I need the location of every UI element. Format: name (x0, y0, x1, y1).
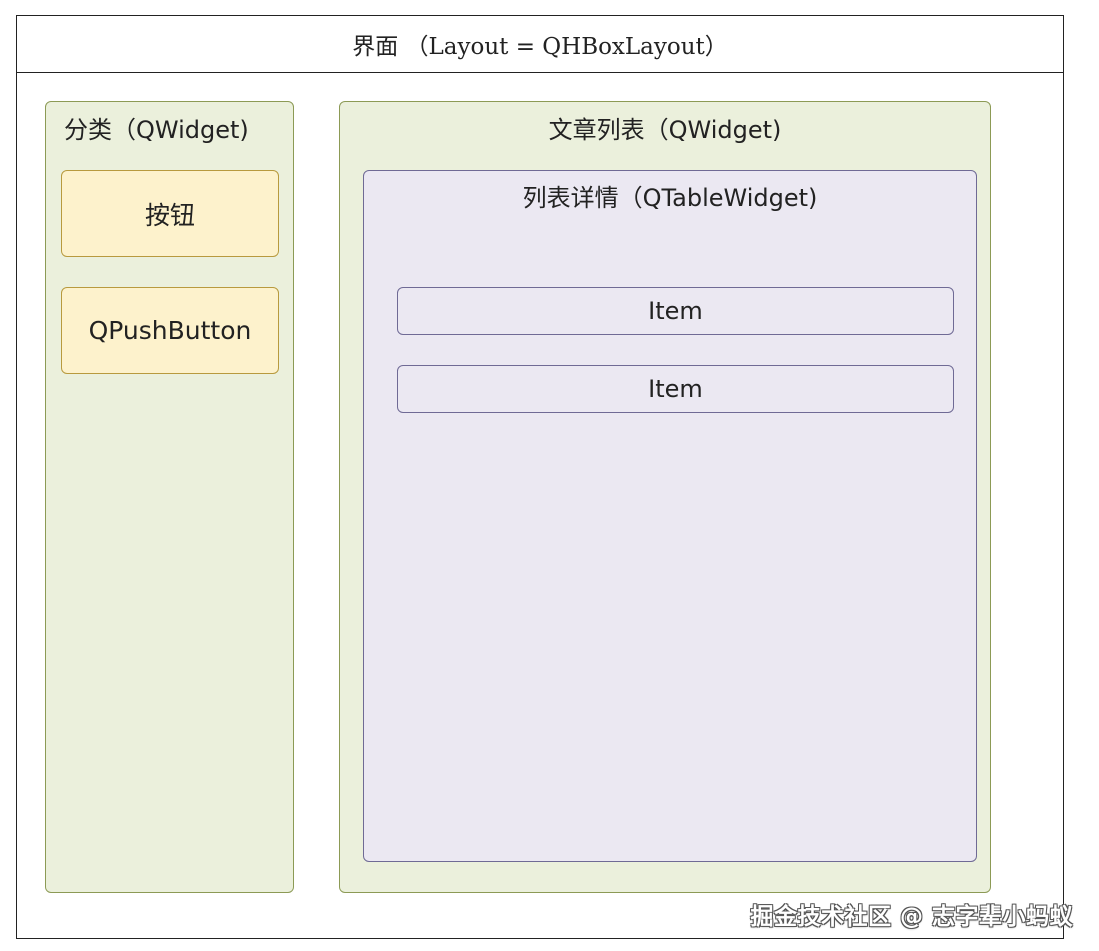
table-item[interactable]: Item (397, 365, 954, 413)
table-item[interactable]: Item (397, 287, 954, 335)
watermark: 掘金技术社区 @ 志字辈小蚂蚁 (750, 904, 1073, 930)
category-button[interactable]: 按钮 (61, 170, 279, 257)
category-panel-title: 分类（QWidget) (64, 116, 249, 144)
article-list-panel: 文章列表（QWidget) 列表详情（QTableWidget) Item It… (339, 101, 991, 893)
article-list-panel-title: 文章列表（QWidget) (548, 116, 782, 144)
table-widget-title: 列表详情（QTableWidget) (522, 184, 818, 212)
window-title: 界面 （Layout = QHBoxLayout） (17, 16, 1063, 73)
table-widget[interactable]: 列表详情（QTableWidget) Item Item (363, 170, 977, 862)
category-panel: 分类（QWidget) 按钮 QPushButton (45, 101, 294, 893)
qpushbutton-button[interactable]: QPushButton (61, 287, 279, 374)
